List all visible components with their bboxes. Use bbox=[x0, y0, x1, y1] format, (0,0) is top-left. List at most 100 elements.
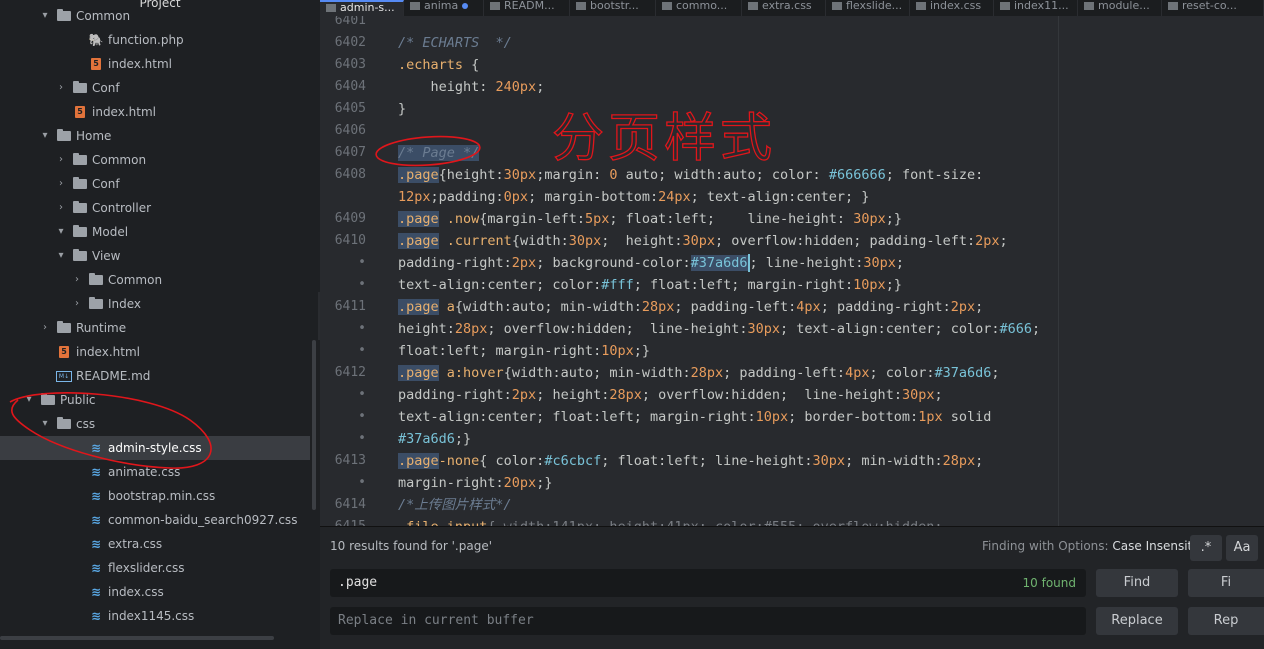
tree-item-label: index.html bbox=[92, 105, 156, 119]
replace-all-button[interactable]: Rep bbox=[1188, 607, 1264, 635]
tab-extra[interactable]: extra.css bbox=[742, 0, 826, 16]
tab-module[interactable]: module... bbox=[1078, 0, 1162, 16]
chevron-right-icon[interactable]: › bbox=[56, 148, 66, 172]
replace-input[interactable]: Replace in current buffer bbox=[330, 607, 1086, 635]
find-input[interactable]: .page 10 found bbox=[330, 569, 1086, 597]
tree-item[interactable]: ≋ flexslider.css bbox=[0, 556, 310, 580]
tree-item[interactable]: 5 index.html bbox=[0, 52, 310, 76]
tree-item[interactable]: › Common bbox=[0, 268, 310, 292]
tree-item[interactable]: ▾ View bbox=[0, 244, 310, 268]
file-icon bbox=[1084, 2, 1094, 10]
tree-item[interactable]: ▾ Model bbox=[0, 220, 310, 244]
code-editor[interactable]: 6401 6402 6403 6404 6405 6406 6407 6408 6409 6410… bbox=[320, 16, 1264, 526]
tree-item[interactable]: 5 index.html bbox=[0, 100, 310, 124]
replace-button[interactable]: Replace bbox=[1096, 607, 1178, 635]
line-number: 6403 bbox=[334, 57, 366, 72]
find-button[interactable]: Find bbox=[1096, 569, 1178, 597]
line-number: 6409 bbox=[334, 211, 366, 226]
file-icon bbox=[916, 2, 926, 10]
line-number: • bbox=[358, 343, 366, 358]
tree-item[interactable]: › Conf bbox=[0, 76, 310, 100]
file-icon bbox=[748, 2, 758, 10]
tree-item[interactable]: › Conf bbox=[0, 172, 310, 196]
code-line: .file-input{ width:141px; height:41px; c… bbox=[398, 516, 943, 526]
line-number: 6406 bbox=[334, 123, 366, 138]
folder-icon bbox=[88, 292, 104, 316]
tree-vertical-scrollbar[interactable] bbox=[312, 340, 316, 510]
regex-toggle-button[interactable]: .* bbox=[1190, 535, 1222, 561]
case-sensitive-toggle-button[interactable]: Aa bbox=[1226, 535, 1258, 561]
tree-item[interactable]: ▾ Public bbox=[0, 388, 310, 412]
code-line: text-align:center; color:#fff; float:lef… bbox=[398, 277, 902, 293]
chevron-right-icon[interactable]: › bbox=[72, 292, 82, 316]
tree-item-label: View bbox=[92, 249, 121, 263]
tree-item[interactable]: ▾ Home bbox=[0, 124, 310, 148]
chevron-down-icon[interactable]: ▾ bbox=[40, 4, 50, 28]
css3-icon: ≋ bbox=[90, 585, 102, 599]
tab-index[interactable]: index.css bbox=[910, 0, 994, 16]
tree-item-label: bootstrap.min.css bbox=[108, 489, 216, 503]
tab-index1145[interactable]: index11... bbox=[994, 0, 1078, 16]
tree-item[interactable]: › Runtime bbox=[0, 316, 310, 340]
code-line: /* Page */ bbox=[398, 145, 480, 161]
file-icon bbox=[1000, 2, 1010, 10]
css3-icon: ≋ bbox=[90, 489, 102, 503]
folder-icon bbox=[72, 244, 88, 268]
css3-icon: ≋ bbox=[90, 561, 102, 575]
tree-item[interactable]: 5 index.html bbox=[0, 340, 310, 364]
tab-reset[interactable]: reset-co... bbox=[1162, 0, 1264, 16]
tree-item[interactable]: ≋ index.css bbox=[0, 580, 310, 604]
line-number: 6415 bbox=[320, 516, 366, 526]
chevron-right-icon[interactable]: › bbox=[56, 172, 66, 196]
chevron-right-icon[interactable]: › bbox=[40, 316, 50, 340]
tree-item-label: Public bbox=[60, 393, 96, 407]
tree-item[interactable]: › Controller bbox=[0, 196, 310, 220]
chevron-right-icon[interactable]: › bbox=[56, 76, 66, 100]
chevron-down-icon[interactable]: ▾ bbox=[24, 388, 34, 412]
tab-common[interactable]: commo... bbox=[656, 0, 742, 16]
chevron-down-icon[interactable]: ▾ bbox=[56, 220, 66, 244]
tree-item[interactable]: › Common bbox=[0, 148, 310, 172]
line-number: 6414 bbox=[334, 497, 366, 512]
tree-item-label: Index bbox=[108, 297, 142, 311]
tree-item[interactable]: ▾ css bbox=[0, 412, 310, 436]
find-all-button[interactable]: Fi bbox=[1188, 569, 1264, 597]
tree-item-label: index.css bbox=[108, 585, 164, 599]
tree-item[interactable]: ▾ Common bbox=[0, 4, 310, 28]
tab-admin-style[interactable]: admin-s... bbox=[320, 0, 404, 16]
tab-flexslider[interactable]: flexslide... bbox=[826, 0, 910, 16]
code-line: .page-none{ color:#c6cbcf; float:left; l… bbox=[398, 453, 984, 469]
css3-icon: ≋ bbox=[90, 513, 102, 527]
tree-item[interactable]: ≋ bootstrap.min.css bbox=[0, 484, 310, 508]
wrap-guide bbox=[1058, 16, 1059, 526]
tree-item[interactable]: ≋ index1145.css bbox=[0, 604, 310, 628]
file-icon bbox=[576, 2, 586, 10]
tab-readme[interactable]: READM... bbox=[484, 0, 570, 16]
find-replace-panel: 10 results found for '.page' Finding wit… bbox=[320, 526, 1264, 649]
tree-horizontal-scrollbar[interactable] bbox=[0, 636, 274, 640]
tree-item[interactable]: M↓ README.md bbox=[0, 364, 310, 388]
tree-item[interactable]: 🐘 function.php bbox=[0, 28, 310, 52]
tree-item[interactable]: ≋ common-baidu_search0927.css bbox=[0, 508, 310, 532]
tree-item[interactable]: › Index bbox=[0, 292, 310, 316]
tree-item[interactable]: ≋ admin-style.css bbox=[0, 436, 310, 460]
tree-item-label: Common bbox=[76, 9, 131, 23]
tab-bootstrap[interactable]: bootstr... bbox=[570, 0, 656, 16]
folder-icon bbox=[72, 196, 88, 220]
line-number: 6408 bbox=[334, 167, 366, 182]
code-line: .echarts { bbox=[398, 57, 480, 73]
chevron-down-icon[interactable]: ▾ bbox=[40, 124, 50, 148]
tree-item-label: flexslider.css bbox=[108, 561, 185, 575]
chevron-down-icon[interactable]: ▾ bbox=[56, 244, 66, 268]
tree-item-label: Common bbox=[92, 153, 147, 167]
tree-item[interactable]: ≋ extra.css bbox=[0, 532, 310, 556]
chevron-down-icon[interactable]: ▾ bbox=[40, 412, 50, 436]
chevron-right-icon[interactable]: › bbox=[56, 196, 66, 220]
line-number: • bbox=[358, 255, 366, 270]
tree-item[interactable]: ≋ animate.css bbox=[0, 460, 310, 484]
chevron-right-icon[interactable]: › bbox=[72, 268, 82, 292]
code-line: text-align:center; float:left; margin-ri… bbox=[398, 409, 992, 425]
code-line: #37a6d6;} bbox=[398, 431, 472, 447]
tab-animate[interactable]: anima bbox=[404, 0, 484, 16]
markdown-icon: M↓ bbox=[56, 364, 72, 388]
